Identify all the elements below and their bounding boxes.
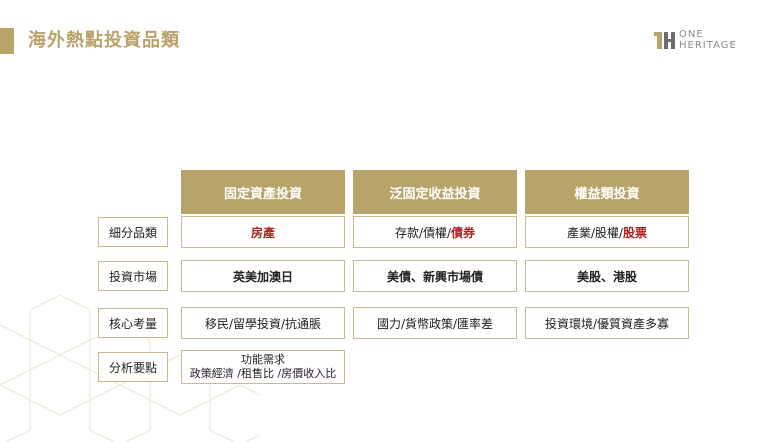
- table-cell: 美股、港股: [525, 260, 689, 292]
- cell-text: 產業/股權/: [566, 225, 624, 240]
- column-header-equity: 權益類投資: [525, 170, 689, 214]
- column-header-fixed-income: 泛固定收益投資: [353, 170, 517, 214]
- cell-text: 美股、港股: [576, 269, 637, 284]
- row-label-core-consideration: 核心考量: [98, 308, 168, 338]
- slide: 海外熱點投資品類 ONE HERITAGE 固定資產投資 泛固定收益投資 權益類…: [0, 0, 780, 442]
- table-cell: 房產: [181, 216, 345, 248]
- table-cell: 美債、新興市場債: [353, 260, 517, 292]
- cell-text: 投資環境/優質資產多寡: [544, 316, 670, 331]
- row-label-analysis-points: 分析要點: [98, 352, 168, 382]
- logo-text-line1: ONE: [679, 29, 704, 40]
- cell-text: 國力/貨幣政策/匯率差: [376, 316, 494, 331]
- page-title: 海外熱點投資品類: [28, 30, 180, 51]
- title-accent-bar: [0, 28, 14, 54]
- table-cell: 存款/債權/債券: [353, 216, 517, 248]
- cell-text-line: 功能需求: [241, 353, 285, 366]
- table-cell: 英美加澳日: [181, 260, 345, 292]
- column-header-fixed-assets: 固定資產投資: [181, 170, 345, 214]
- table-cell: 移民/留學投資/抗通脹: [181, 307, 345, 339]
- cell-text: 英美加澳日: [232, 269, 293, 284]
- cell-text: 移民/留學投資/抗通脹: [204, 316, 322, 331]
- row-label-market: 投資市場: [98, 261, 168, 291]
- cell-text-highlight: 股票: [623, 225, 648, 240]
- one-heritage-logo: ONE HERITAGE: [654, 27, 746, 53]
- cell-text-highlight: 債券: [451, 225, 476, 240]
- table-cell: 功能需求 政策經濟 /租售比 /房價收入比: [181, 350, 345, 384]
- row-label-subcategory: 細分品類: [98, 217, 168, 247]
- cell-text: 美債、新興市場債: [386, 269, 483, 284]
- table-cell: 產業/股權/股票: [525, 216, 689, 248]
- cell-text-line: 政策經濟 /租售比 /房價收入比: [189, 367, 337, 380]
- table-cell: 國力/貨幣政策/匯率差: [353, 307, 517, 339]
- logo-mark-icon: [654, 32, 675, 49]
- cell-text: 存款/債權/: [394, 225, 452, 240]
- logo-text-line2: HERITAGE: [679, 40, 737, 51]
- cell-text-highlight: 房產: [250, 225, 275, 240]
- table-cell: 投資環境/優質資產多寡: [525, 307, 689, 339]
